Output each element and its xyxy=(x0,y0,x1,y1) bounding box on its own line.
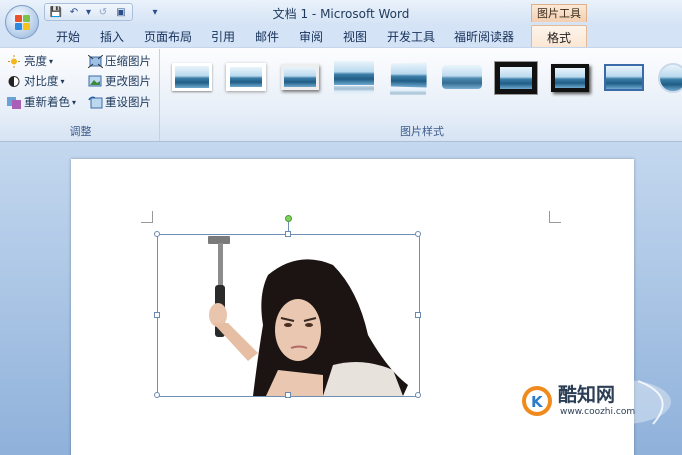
tab-mailings[interactable]: 邮件 xyxy=(255,28,279,45)
compress-label: 压缩图片 xyxy=(105,54,151,68)
coozhi-logo-icon: K xyxy=(522,386,552,416)
change-picture-icon xyxy=(88,75,103,88)
selected-picture[interactable] xyxy=(154,215,421,398)
crop-mark-top-left xyxy=(141,211,153,223)
tab-developer[interactable]: 开发工具 xyxy=(387,28,435,45)
style-thumbnail-simple-frame-white[interactable] xyxy=(170,61,214,95)
tab-home[interactable]: 开始 xyxy=(56,28,80,45)
resize-handle-top[interactable] xyxy=(285,231,291,237)
picture-styles-group-label: 图片样式 xyxy=(400,125,444,138)
tab-view[interactable]: 视图 xyxy=(343,28,367,45)
title-bar: 💾 ↶ ▾ ↺ ▣ ▾ 文档 1 - Microsoft Word 图片工具 xyxy=(0,0,682,25)
watermark-url: www.coozhi.com xyxy=(560,407,636,417)
reset-picture-icon xyxy=(88,96,103,109)
tab-format[interactable]: 格式 xyxy=(531,25,587,47)
recolor-label: 重新着色 xyxy=(24,95,70,109)
contrast-label: 对比度 xyxy=(24,74,59,88)
contrast-button[interactable]: 对比度 ▾ xyxy=(7,73,65,89)
style-thumbnail-reflected[interactable] xyxy=(332,61,376,95)
resize-handle-right[interactable] xyxy=(415,312,421,318)
tab-review[interactable]: 审阅 xyxy=(299,28,323,45)
office-button[interactable] xyxy=(5,5,39,39)
woman-with-hammer-photo xyxy=(158,235,419,396)
tab-insert[interactable]: 插入 xyxy=(100,28,124,45)
brightness-button[interactable]: 亮度 ▾ xyxy=(7,53,53,69)
style-thumbnail-perspective[interactable] xyxy=(386,61,430,95)
recolor-dropdown-icon: ▾ xyxy=(72,97,77,107)
picture-styles-group: 图片样式 xyxy=(162,49,682,141)
ribbon: 亮度 ▾ 对比度 ▾ 重新着色 ▾ 压缩图片 更改图片 重设图片 调整 图片样式 xyxy=(0,47,682,142)
contrast-dropdown-icon: ▾ xyxy=(60,76,65,86)
tab-references[interactable]: 引用 xyxy=(211,28,235,45)
adjust-group: 亮度 ▾ 对比度 ▾ 重新着色 ▾ 压缩图片 更改图片 重设图片 调整 xyxy=(2,49,160,141)
crop-mark-top-right xyxy=(549,211,561,223)
resize-handle-bottom-right[interactable] xyxy=(415,392,421,398)
ribbon-tab-bar: 开始 插入 页面布局 引用 邮件 审阅 视图 开发工具 福昕阅读器 格式 xyxy=(0,25,682,47)
style-thumbnail-black-frame-shadow[interactable] xyxy=(548,61,592,95)
style-thumbnail-soft-edge[interactable] xyxy=(224,61,268,95)
resize-handle-left[interactable] xyxy=(154,312,160,318)
style-thumbnail-oval[interactable] xyxy=(656,61,682,95)
picture-styles-gallery xyxy=(166,59,682,109)
resize-handle-bottom[interactable] xyxy=(285,392,291,398)
change-picture-label: 更改图片 xyxy=(105,74,151,88)
adjust-group-label: 调整 xyxy=(69,125,92,138)
change-picture-button[interactable]: 更改图片 xyxy=(88,73,151,89)
resize-handle-bottom-left[interactable] xyxy=(154,392,160,398)
compress-pictures-button[interactable]: 压缩图片 xyxy=(87,53,151,69)
reset-picture-button[interactable]: 重设图片 xyxy=(88,94,151,110)
style-thumbnail-thick-black-frame[interactable] xyxy=(494,61,538,95)
office-logo-icon xyxy=(15,15,31,31)
style-thumbnail-soft-oval[interactable] xyxy=(440,61,484,95)
reset-picture-label: 重设图片 xyxy=(105,95,151,109)
coozhi-watermark: K 酷知网 www.coozhi.com xyxy=(513,376,678,431)
tab-page-layout[interactable]: 页面布局 xyxy=(144,28,192,45)
picture-tools-context-label: 图片工具 xyxy=(531,4,587,22)
watermark-brand: 酷知网 xyxy=(558,384,616,406)
resize-handle-top-right[interactable] xyxy=(415,231,421,237)
compress-icon xyxy=(87,54,104,68)
tab-foxit-reader[interactable]: 福昕阅读器 xyxy=(454,28,514,45)
svg-text:K: K xyxy=(531,393,544,411)
recolor-button[interactable]: 重新着色 ▾ xyxy=(7,94,76,110)
brightness-icon xyxy=(7,54,22,68)
resize-handle-top-left[interactable] xyxy=(154,231,160,237)
rotation-handle[interactable] xyxy=(285,215,292,222)
recolor-icon xyxy=(7,96,22,109)
style-thumbnail-drop-shadow[interactable] xyxy=(278,61,322,95)
brightness-label: 亮度 xyxy=(24,54,47,68)
style-thumbnail-bevel[interactable] xyxy=(602,61,646,95)
brightness-dropdown-icon: ▾ xyxy=(49,56,54,66)
contrast-icon xyxy=(7,75,22,88)
